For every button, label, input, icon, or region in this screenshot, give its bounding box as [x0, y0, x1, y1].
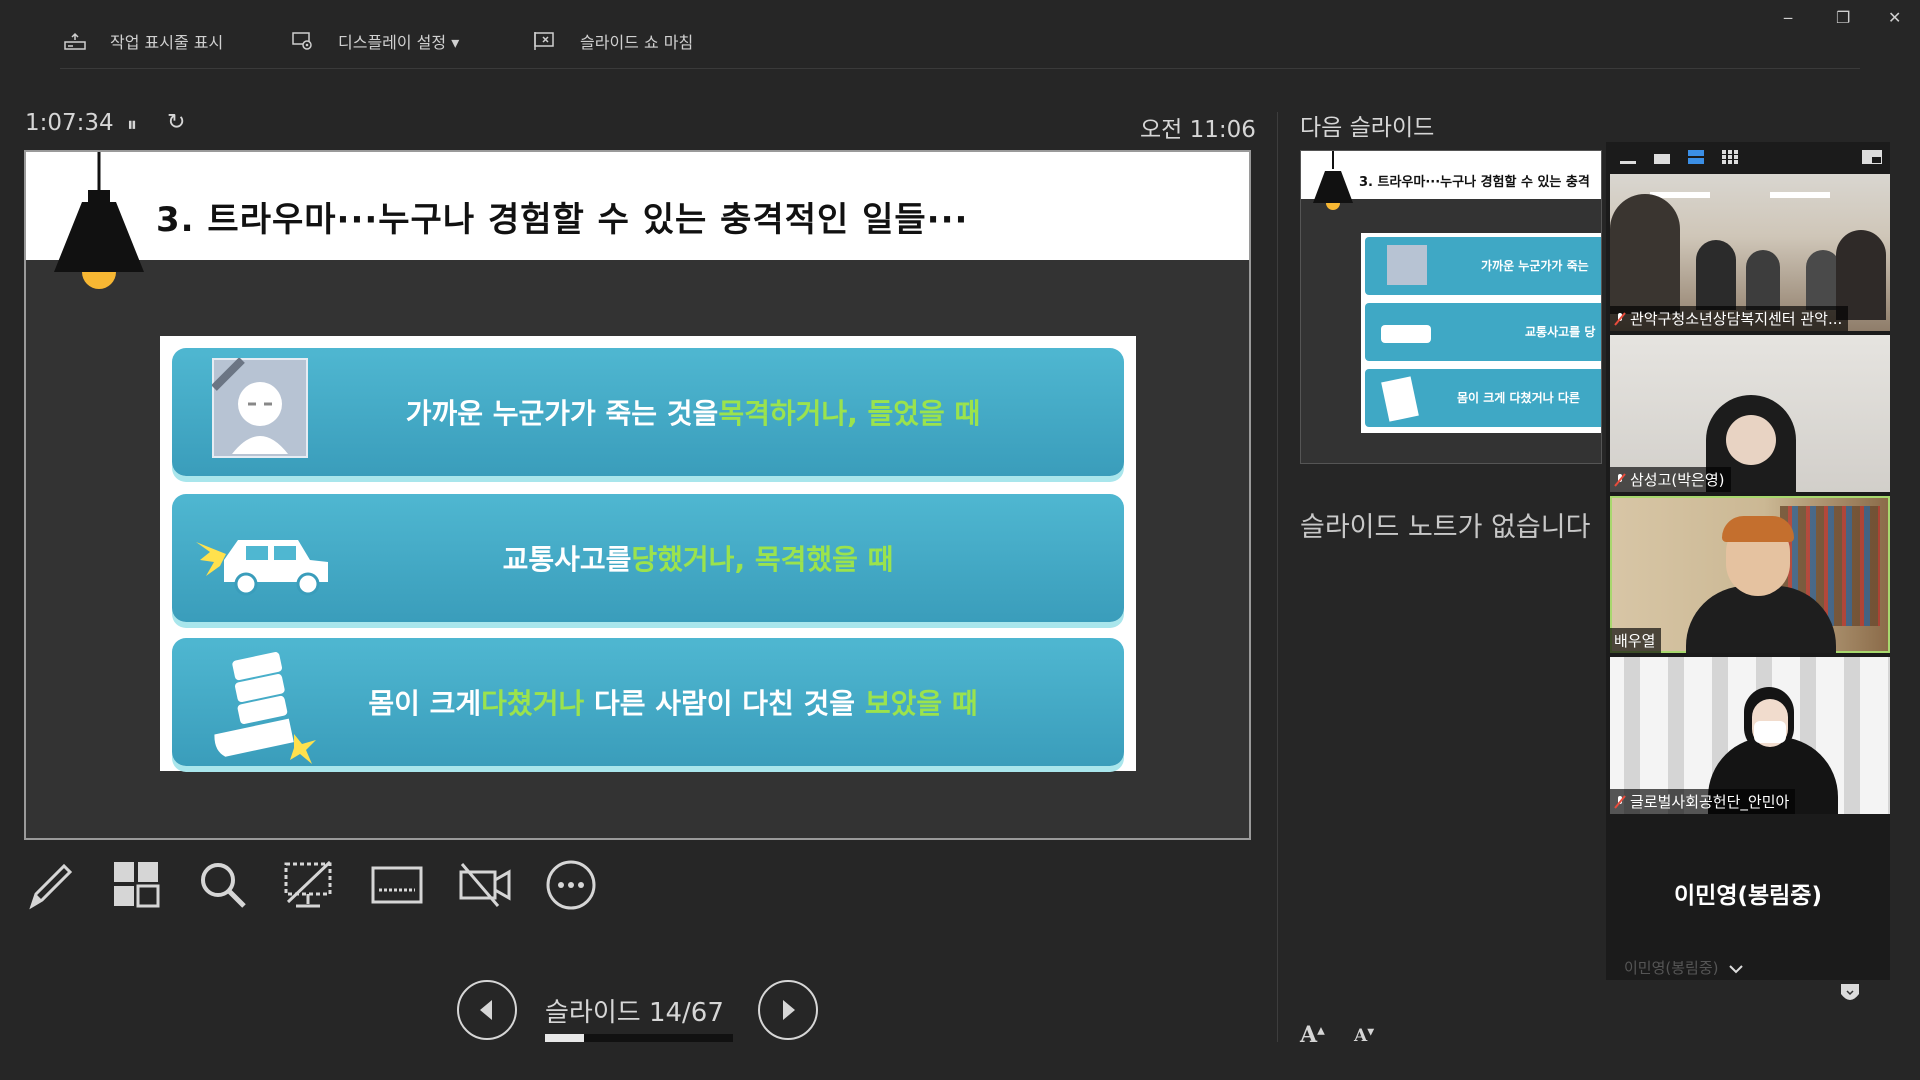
video-conference-panel: 관악구청소년상담복지센터 관악... 삼성고(박은영) 배우열 글로벌사회공헌단…	[1606, 142, 1890, 980]
increase-font-button[interactable]: A▲	[1300, 1022, 1325, 1048]
ceiling-light	[1770, 192, 1830, 198]
reset-timer-icon[interactable]: ↻	[167, 110, 185, 135]
chevron-right-icon	[783, 1000, 795, 1020]
show-taskbar-button[interactable]: 작업 표시줄 표시	[64, 26, 223, 56]
restore-button[interactable]: ❐	[1836, 8, 1850, 27]
thumb-car-icon	[1381, 325, 1431, 343]
thumb-row-2: 교통사고를 당	[1365, 303, 1601, 361]
participant-video-1[interactable]: 관악구청소년상담복지센터 관악...	[1610, 174, 1890, 331]
participant-name-2: 삼성고(박은영)	[1610, 467, 1731, 492]
person-hair	[1722, 516, 1794, 542]
person-silhouette	[1696, 240, 1736, 310]
decrease-font-button[interactable]: A▼	[1354, 1026, 1374, 1046]
grid-icon[interactable]	[110, 858, 164, 912]
thumb-row-1: 가까운 누군가가 죽는	[1365, 237, 1601, 295]
current-slide[interactable]: 3. 트라우마···누구나 경험할 수 있는 충격적인 일들··· 가까운 누군…	[24, 150, 1251, 840]
participant-name-4: 글로벌사회공헌단_안민아	[1610, 789, 1796, 814]
next-slide-button[interactable]	[758, 980, 818, 1040]
slide-counter[interactable]: 슬라이드 14/67	[545, 992, 724, 1029]
camera-off-icon[interactable]	[458, 858, 512, 912]
participant-video-4[interactable]: 글로벌사회공헌단_안민아	[1610, 657, 1890, 814]
elapsed-timer: 1:07:34	[25, 110, 114, 136]
next-slide-thumbnail[interactable]: 3. 트라우마···누구나 경험할 수 있는 충격 가까운 누군가가 죽는 교통…	[1300, 150, 1602, 464]
person-silhouette	[1610, 194, 1680, 314]
mic-muted-icon	[1614, 472, 1626, 487]
participant-video-2[interactable]: 삼성고(박은영)	[1610, 335, 1890, 492]
participant-name-1: 관악구청소년상담복지센터 관악...	[1610, 306, 1849, 331]
strip-view-icon[interactable]	[1688, 150, 1704, 164]
trauma-card-3: 몸이 크게 다쳤거나 다른 사람이 다친 것을 보았을 때	[172, 638, 1124, 766]
slide-title: 3. 트라우마···누구나 경험할 수 있는 충격적인 일들···	[156, 200, 969, 240]
person-face	[1726, 415, 1776, 465]
thumb-panel: 가까운 누군가가 죽는 교통사고를 당 몸이 크게 다쳤거나 다른	[1361, 233, 1601, 433]
face-mask	[1754, 721, 1786, 743]
person-silhouette	[1746, 250, 1780, 310]
single-view-icon[interactable]	[1654, 152, 1670, 164]
participant-video-3[interactable]: 배우열	[1610, 496, 1890, 653]
pip-view-icon[interactable]	[1862, 150, 1882, 164]
thumb-lamp-icon	[1313, 151, 1353, 210]
chevron-down-icon[interactable]	[1729, 964, 1744, 974]
zoom-icon[interactable]	[196, 858, 250, 912]
subtitles-icon[interactable]	[370, 858, 424, 912]
lamp-icon	[54, 152, 144, 289]
pause-timer-icon[interactable]: ⏸	[127, 112, 137, 136]
scroll-down-icon[interactable]	[1841, 984, 1859, 1004]
speaker-name: 이민영(봉림중)	[1674, 883, 1822, 909]
black-screen-icon[interactable]	[282, 858, 336, 912]
next-slide-label: 다음 슬라이드	[1300, 115, 1435, 141]
toolbar-divider	[60, 68, 1860, 69]
end-slideshow-icon	[534, 32, 554, 50]
chevron-left-icon	[480, 1000, 492, 1020]
participant-name-3: 배우열	[1610, 628, 1662, 653]
trauma-card-3-text: 몸이 크게 다쳤거나 다른 사람이 다친 것을 보았을 때	[368, 687, 978, 720]
trauma-card-2-text: 교통사고를 당했거나, 목격했을 때	[502, 543, 894, 576]
mic-muted-icon	[1614, 311, 1626, 326]
more-options-icon[interactable]	[544, 858, 598, 912]
mic-muted-icon	[1614, 794, 1626, 809]
display-settings-icon	[292, 32, 312, 50]
slide-progress-fill	[545, 1034, 585, 1042]
slide-header: 3. 트라우마···누구나 경험할 수 있는 충격적인 일들···	[26, 152, 1249, 289]
show-taskbar-label: 작업 표시줄 표시	[110, 33, 224, 52]
display-settings-label: 디스플레이 설정 ▾	[338, 33, 460, 52]
thumb-leg-icon	[1381, 376, 1419, 422]
close-button[interactable]: ✕	[1888, 8, 1901, 27]
thumb-row-3: 몸이 크게 다쳤거나 다른	[1365, 369, 1601, 427]
pane-divider[interactable]	[1277, 112, 1278, 1042]
taskbar-icon	[64, 32, 86, 50]
trauma-card-1: 가까운 누군가가 죽는 것을 목격하거나, 들었을 때	[172, 348, 1124, 476]
speaker-name-caption[interactable]: 이민영(봉림중)	[1624, 957, 1744, 978]
pen-icon[interactable]	[24, 858, 78, 912]
thumb-title: 3. 트라우마···누구나 경험할 수 있는 충격	[1359, 175, 1590, 190]
trauma-card-1-text: 가까운 누군가가 죽는 것을 목격하거나, 들었을 때	[405, 397, 981, 430]
end-slideshow-label: 슬라이드 쇼 마침	[580, 33, 694, 52]
slide-content-panel: 가까운 누군가가 죽는 것을 목격하거나, 들었을 때 교통사고를 당했거나, …	[160, 336, 1136, 771]
thumb-person-icon	[1387, 245, 1427, 285]
display-settings-button[interactable]: 디스플레이 설정 ▾	[292, 26, 459, 56]
gallery-view-icon[interactable]	[1722, 150, 1738, 164]
slide-notes: 슬라이드 노트가 없습니다	[1300, 512, 1591, 543]
video-panel-toolbar	[1606, 142, 1890, 174]
trauma-card-2: 교통사고를 당했거나, 목격했을 때	[172, 494, 1124, 622]
minimize-video-icon[interactable]	[1620, 152, 1636, 164]
end-slideshow-button[interactable]: 슬라이드 쇼 마침	[534, 26, 693, 56]
previous-slide-button[interactable]	[457, 980, 517, 1040]
current-time: 오전 11:06	[1140, 117, 1256, 143]
slide-progress-bar	[545, 1034, 733, 1042]
minimize-button[interactable]: ‒	[1783, 8, 1793, 27]
person-silhouette	[1806, 250, 1840, 310]
